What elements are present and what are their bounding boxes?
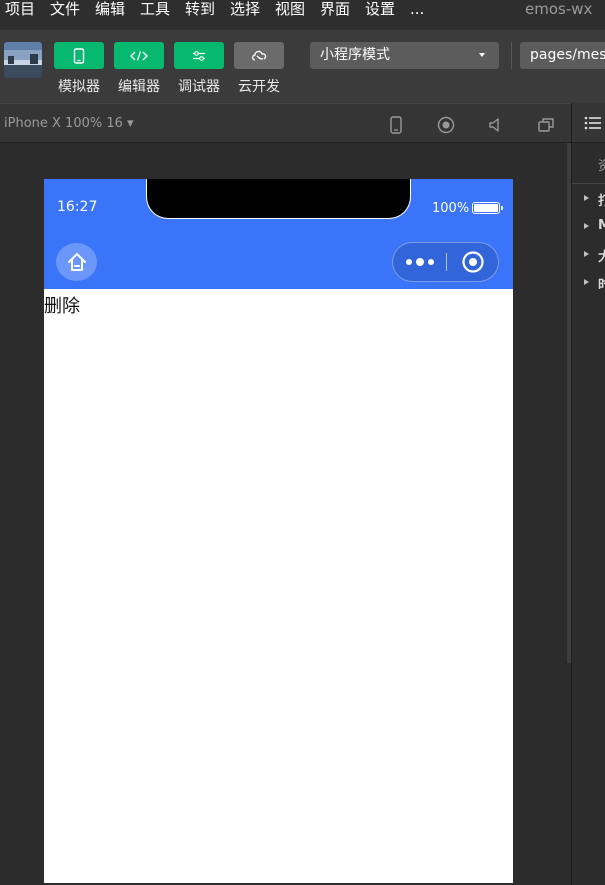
simulator-label: 模拟器 — [58, 79, 100, 95]
page-path-value: pages/mess — [530, 47, 605, 63]
right-panel-row-label: 时 — [598, 278, 605, 293]
avatar[interactable] — [4, 42, 42, 78]
simulator-button[interactable] — [54, 42, 104, 69]
more-dots-icon — [405, 258, 434, 266]
simulator-header: iPhone X 100% 16 ▾ — [0, 103, 571, 143]
volume-button[interactable] — [486, 115, 506, 135]
right-panel-row-label: 大 — [598, 250, 605, 265]
code-icon — [130, 50, 148, 61]
toolbar-divider — [511, 42, 512, 69]
menu-more[interactable]: ... — [410, 0, 424, 18]
expand-arrow-icon — [584, 279, 589, 285]
right-panel-row[interactable]: 打 — [572, 185, 605, 213]
expand-arrow-icon — [584, 223, 589, 229]
phone-screen: 16:27 100% 删除 — [44, 179, 513, 883]
navigation-bar: 16:27 100% — [44, 179, 513, 289]
debug-icon — [193, 50, 205, 61]
device-rotate-button[interactable] — [386, 115, 406, 135]
speaker-icon — [489, 118, 499, 132]
phone-icon — [73, 47, 85, 64]
avatar-image — [4, 42, 42, 78]
phone-outline-icon — [390, 116, 402, 134]
home-icon — [67, 253, 86, 271]
debugger-label: 调试器 — [178, 79, 220, 95]
expand-arrow-icon — [584, 251, 589, 257]
mode-select[interactable]: 小程序模式 — [310, 42, 499, 69]
menu-file[interactable]: 文件 — [50, 0, 80, 18]
window-icon — [538, 118, 554, 132]
record-icon — [437, 116, 455, 134]
right-panel-row-label: 打 — [598, 194, 605, 209]
detach-window-button[interactable] — [536, 115, 556, 135]
menu-select[interactable]: 选择 — [230, 0, 260, 18]
mode-select-value: 小程序模式 — [320, 47, 390, 63]
toolbar: 模拟器 编辑器 调试器 云开发 小程序模式 pages/mess — [0, 30, 605, 103]
page-path-field[interactable]: pages/mess — [520, 42, 605, 69]
menu-view[interactable]: 视图 — [275, 0, 305, 18]
cloud-dev-button[interactable] — [234, 42, 284, 69]
delete-text[interactable]: 删除 — [44, 292, 80, 318]
menu-tools[interactable]: 工具 — [140, 0, 170, 18]
debugger-button[interactable] — [174, 42, 224, 69]
right-panel-row-label: M — [598, 218, 605, 233]
status-time: 16:27 — [57, 199, 98, 215]
right-panel-row[interactable]: 时 — [572, 269, 605, 297]
expand-arrow-icon — [584, 195, 589, 201]
cloud-icon — [252, 50, 267, 61]
app-title: emos-wx — [525, 0, 593, 18]
right-panel-row[interactable]: M — [572, 213, 605, 241]
editor-label: 编辑器 — [118, 79, 160, 95]
home-button[interactable] — [56, 243, 97, 281]
record-button[interactable] — [436, 115, 456, 135]
device-notch — [146, 179, 411, 219]
menu-edit[interactable]: 编辑 — [95, 0, 125, 18]
device-select[interactable]: iPhone X 100% 16 ▾ — [4, 104, 134, 144]
right-panel-divider — [572, 183, 605, 184]
battery-icon — [472, 202, 503, 214]
menu-interface[interactable]: 界面 — [320, 0, 350, 18]
battery-percent: 100% — [432, 201, 470, 216]
list-icon[interactable] — [584, 115, 602, 131]
devtools-window: 项目 文件 编辑 工具 转到 选择 视图 界面 设置 ... emos-wx 模… — [0, 0, 605, 885]
menu-bar: 项目 文件 编辑 工具 转到 选择 视图 界面 设置 ... emos-wx — [0, 0, 605, 30]
target-close-icon — [462, 251, 484, 273]
menu-capsule — [392, 242, 499, 282]
editor-button[interactable] — [114, 42, 164, 69]
right-panel-tab[interactable]: 资 — [598, 155, 605, 174]
menu-settings[interactable]: 设置 — [365, 0, 395, 18]
menu-goto[interactable]: 转到 — [185, 0, 215, 18]
cloud-dev-label: 云开发 — [238, 79, 280, 95]
menu-project[interactable]: 项目 — [5, 0, 35, 18]
chevron-down-icon — [479, 53, 485, 57]
right-panel-header — [572, 103, 605, 143]
right-panel: 资 打 M 大 时 — [571, 103, 605, 885]
close-miniprogram-button[interactable] — [447, 243, 499, 281]
more-button[interactable] — [393, 243, 446, 281]
right-panel-row[interactable]: 大 — [572, 241, 605, 269]
